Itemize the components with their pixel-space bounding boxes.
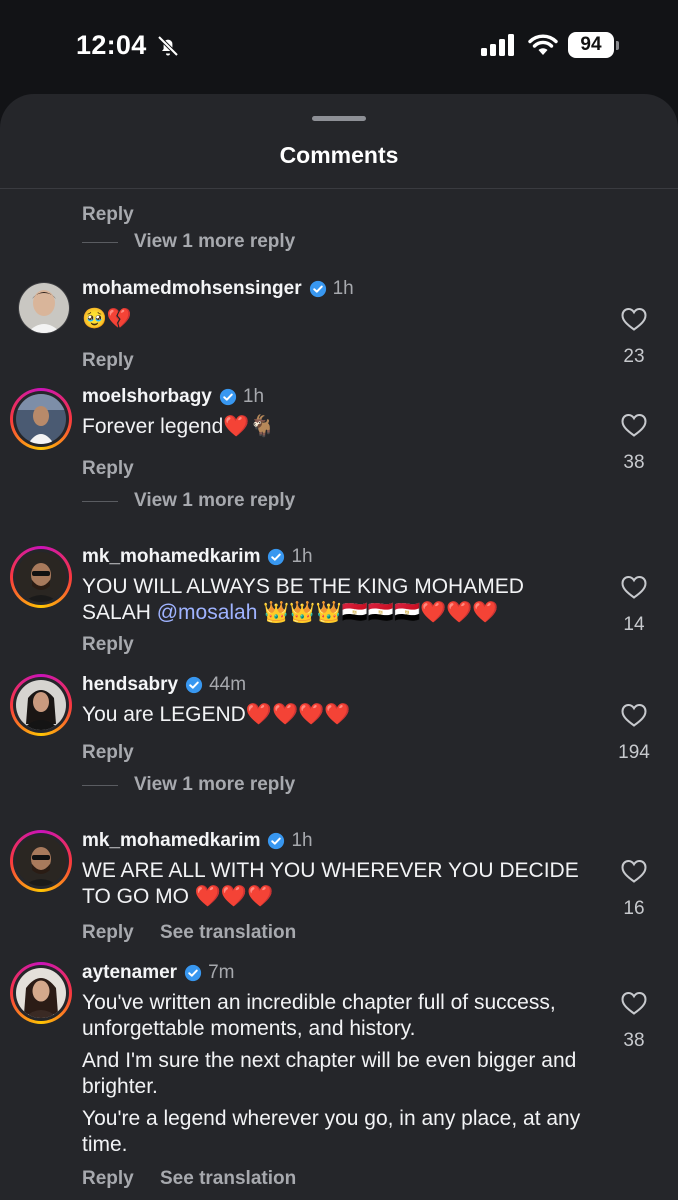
comment-text: You are LEGEND❤️❤️❤️❤️ (82, 703, 351, 726)
comment-time: 1h (291, 830, 313, 851)
wifi-icon (528, 34, 558, 55)
status-bar: 12:04 94 (0, 0, 678, 92)
heart-outline-icon[interactable] (620, 412, 648, 438)
verified-badge-icon (185, 676, 203, 694)
reply-button[interactable]: Reply (82, 1168, 134, 1190)
comment-meta: mohamedmohsensinger 1h (82, 278, 354, 300)
reply-button[interactable]: Reply (82, 922, 134, 944)
avatar-image (16, 968, 66, 1018)
comment-meta: mk_mohamedkarim 1h (82, 546, 313, 568)
see-translation-button[interactable]: See translation (160, 922, 296, 944)
battery-level: 94 (568, 32, 614, 58)
like-count: 23 (623, 346, 645, 367)
username[interactable]: aytenamer (82, 962, 177, 984)
username[interactable]: mohamedmohsensinger (82, 278, 302, 300)
verified-badge-icon (268, 832, 285, 850)
mention-link[interactable]: @mosalah (157, 601, 258, 624)
thread-line (82, 500, 118, 502)
comment-paragraph: You've written an incredible chapter ful… (82, 991, 556, 1040)
bell-off-icon (157, 35, 179, 57)
see-translation-button[interactable]: See translation (160, 1168, 296, 1190)
avatar-image (16, 680, 66, 730)
comment-meta: aytenamer 7m (82, 962, 234, 984)
avatar-image (16, 552, 66, 602)
view-more-replies-label: View 1 more reply (134, 231, 296, 252)
reply-button[interactable]: Reply (82, 204, 134, 226)
heart-outline-icon[interactable] (620, 990, 648, 1016)
avatar[interactable] (10, 546, 72, 608)
battery-cap (616, 41, 619, 50)
header-divider (0, 188, 678, 189)
battery-icon: 94 (568, 32, 620, 58)
view-more-replies-label: View 1 more reply (134, 774, 296, 795)
verified-badge-icon (268, 548, 285, 566)
drag-handle[interactable] (312, 116, 366, 121)
avatar[interactable] (10, 388, 72, 450)
verified-badge-icon (184, 964, 202, 982)
comment-time: 1h (242, 386, 265, 407)
comment-text: 🥹💔 (82, 308, 132, 330)
avatar[interactable] (18, 282, 70, 334)
view-more-replies[interactable]: View 1 more reply (82, 231, 295, 253)
comment-time: 1h (332, 278, 354, 299)
like-count: 38 (623, 452, 645, 473)
like-count: 38 (623, 1030, 645, 1051)
like-count: 14 (623, 614, 645, 635)
comment-meta: moelshorbagy 1h (82, 386, 264, 408)
thread-line (82, 241, 118, 243)
heart-outline-icon[interactable] (620, 306, 648, 332)
avatar-image (19, 283, 69, 333)
comment-paragraph: And I'm sure the next chapter will be ev… (82, 1049, 577, 1098)
comment-text: Forever legend❤️🐐 (82, 415, 276, 438)
avatar[interactable] (10, 830, 72, 892)
signal-icon (481, 34, 514, 56)
avatar-image (16, 394, 66, 444)
reply-button[interactable]: Reply (82, 742, 134, 764)
sheet-title: Comments (279, 142, 399, 168)
verified-badge-icon (309, 280, 326, 298)
view-more-replies[interactable]: View 1 more reply (82, 490, 295, 512)
like-count: 194 (618, 742, 650, 763)
like-count: 16 (623, 898, 645, 919)
avatar[interactable] (10, 962, 72, 1024)
comment-text: YOU WILL ALWAYS BE THE KING MOHAMED SALA… (82, 574, 592, 626)
comment-meta: mk_mohamedkarim 1h (82, 830, 313, 852)
comment-time: 1h (291, 546, 313, 567)
comment-time: 44m (209, 674, 247, 695)
username[interactable]: mk_mohamedkarim (82, 546, 260, 568)
reply-button[interactable]: Reply (82, 350, 134, 372)
comment-text: WE ARE ALL WITH YOU WHEREVER YOU DECIDE … (82, 859, 579, 908)
heart-outline-icon[interactable] (620, 858, 648, 884)
comment-paragraph: You're a legend wherever you go, in any … (82, 1107, 581, 1156)
comment-meta: hendsabry 44m (82, 674, 246, 696)
avatar-image (16, 836, 66, 886)
comment-time: 7m (208, 962, 235, 983)
clock: 12:04 (76, 30, 147, 60)
username[interactable]: moelshorbagy (82, 386, 212, 408)
comment-text: You've written an incredible chapter ful… (82, 990, 592, 1164)
verified-badge-icon (219, 388, 236, 406)
heart-outline-icon[interactable] (620, 702, 648, 728)
comments-sheet: Comments Reply View 1 more reply mohamed… (0, 94, 678, 1200)
avatar[interactable] (10, 674, 72, 736)
comment-text-emoji: 👑👑👑🇪🇬🇪🇬🇪🇬❤️❤️❤️ (257, 601, 499, 624)
username[interactable]: hendsabry (82, 674, 178, 696)
username[interactable]: mk_mohamedkarim (82, 830, 260, 852)
view-more-replies-label: View 1 more reply (134, 490, 296, 511)
view-more-replies[interactable]: View 1 more reply (82, 774, 295, 796)
reply-button[interactable]: Reply (82, 634, 134, 656)
thread-line (82, 784, 118, 786)
reply-button[interactable]: Reply (82, 458, 134, 480)
heart-outline-icon[interactable] (620, 574, 648, 600)
